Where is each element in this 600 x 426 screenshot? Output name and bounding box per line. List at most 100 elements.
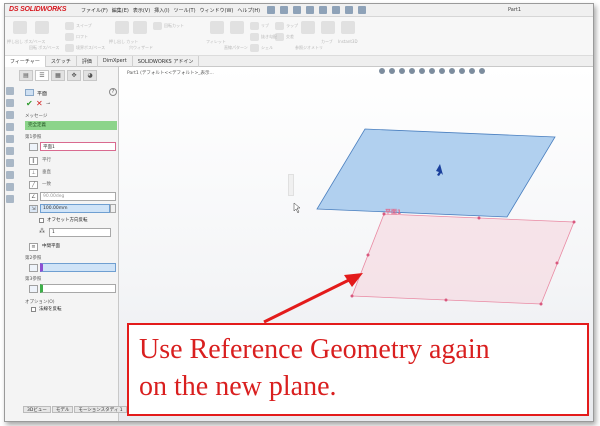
second-reference-input[interactable] (40, 263, 116, 272)
pushpin-icon[interactable]: ⊸ (46, 101, 50, 107)
new-plane-preview[interactable] (351, 213, 575, 305)
callout-text: Use Reference Geometry again on the new … (139, 334, 490, 402)
revolved-cut-icon[interactable] (153, 22, 162, 30)
instance-count-icon: ⁂ (39, 228, 45, 235)
side-tool-7-icon[interactable] (6, 159, 14, 167)
reverse-normal-checkbox[interactable] (31, 307, 36, 312)
new-document-icon[interactable] (267, 6, 275, 14)
instance-count-input[interactable]: 1 (49, 228, 111, 237)
display-manager-tab-icon[interactable]: ◕ (83, 70, 97, 81)
parallel-icon[interactable]: ∥ (29, 157, 38, 165)
flip-offset-checkbox[interactable] (39, 218, 44, 223)
help-icon[interactable]: ? (109, 88, 117, 96)
tab-features[interactable]: フィーチャー (5, 56, 46, 67)
side-tool-8-icon[interactable] (6, 171, 14, 179)
options-icon[interactable] (358, 6, 366, 14)
angle-input[interactable]: 90.00deg (40, 192, 116, 201)
property-manager-tab-icon[interactable]: ☰ (35, 70, 49, 81)
tab-solidworks-addins[interactable]: SOLIDWORKS アドイン (133, 56, 200, 67)
coincident-icon[interactable]: ╱ (29, 181, 38, 189)
mid-plane-icon[interactable]: ≡ (29, 243, 38, 251)
fillet-icon[interactable] (210, 21, 224, 34)
perpendicular-option[interactable]: 垂直 (42, 169, 51, 175)
ribbon-label-intersect: 交差 (286, 34, 294, 39)
revolved-boss-icon[interactable] (35, 21, 49, 34)
menu-insert[interactable]: 挿入(I) (154, 7, 169, 14)
side-tool-2-icon[interactable] (6, 99, 14, 107)
menu-tools[interactable]: ツール(T) (174, 7, 196, 14)
tab-dimxpert[interactable]: DimXpert (98, 56, 133, 67)
angle-icon[interactable]: ∠ (29, 193, 38, 201)
configuration-manager-tab-icon[interactable]: ▦ (51, 70, 65, 81)
rib-icon[interactable] (250, 22, 259, 30)
open-icon[interactable] (280, 6, 288, 14)
ribbon-label-hole-wizard: 穴ウィザード (129, 45, 153, 50)
property-manager-panel: ▤ ☰ ▦ ✥ ◕ 平面 ? ✔ ✕ ⊸ メッセージ 完全定義 第1参照 平面1… (5, 67, 119, 421)
first-reference-input[interactable]: 平面1 (40, 142, 116, 151)
third-reference-heading: 第3参照 (25, 277, 42, 282)
loft-icon[interactable] (65, 33, 74, 41)
perpendicular-icon[interactable]: ⊥ (29, 169, 38, 177)
tab-evaluate[interactable]: 評価 (77, 56, 98, 67)
document-title: Part1 (508, 7, 522, 13)
draft-icon[interactable] (250, 33, 259, 41)
third-reference-input[interactable] (40, 284, 116, 293)
extruded-boss-icon[interactable] (13, 21, 27, 34)
side-tool-5-icon[interactable] (6, 135, 14, 143)
parallel-option[interactable]: 平行 (42, 157, 51, 163)
second-reference-heading: 第2参照 (25, 256, 42, 261)
menu-window[interactable]: ウィンドウ(W) (200, 7, 234, 14)
cancel-icon[interactable]: ✕ (36, 100, 43, 108)
side-tool-9-icon[interactable] (6, 183, 14, 191)
status-message: 完全定義 (25, 121, 117, 130)
linear-pattern-icon[interactable] (230, 21, 244, 34)
offset-distance-icon[interactable]: ⇲ (29, 205, 38, 213)
hole-wizard-icon[interactable] (133, 21, 147, 34)
side-toolbar (6, 87, 15, 207)
wrap-icon[interactable] (275, 22, 284, 30)
command-manager-ribbon: 押し出し ボス/ベース 回転 ボス/ベース スイープ ロフト 境界ボス/ベース … (5, 17, 593, 56)
distance-spinner[interactable] (110, 204, 116, 213)
reverse-normal-label: 法線を反転 (39, 307, 62, 312)
title-bar: DS SOLIDWORKS ファイル(F) 編集(E) 表示(V) 挿入(I) … (5, 4, 593, 17)
callout-arrow-line (263, 277, 352, 324)
tab-model[interactable]: モデル (51, 406, 74, 413)
feature-manager-tab-icon[interactable]: ▤ (19, 70, 33, 81)
instant3d-icon[interactable] (341, 21, 355, 34)
extruded-cut-icon[interactable] (115, 21, 129, 34)
menu-view[interactable]: 表示(V) (133, 7, 150, 14)
save-icon[interactable] (293, 6, 301, 14)
reference-geometry-icon[interactable] (301, 21, 315, 34)
offset-distance-input[interactable]: 100.00mm (40, 204, 110, 213)
instruction-callout: Use Reference Geometry again on the new … (127, 323, 589, 416)
options-heading: オプション(O) (25, 300, 55, 305)
tab-sketch[interactable]: スケッチ (46, 56, 77, 67)
ok-icon[interactable]: ✔ (26, 100, 33, 108)
shell-icon[interactable] (250, 44, 259, 52)
dimxpert-manager-tab-icon[interactable]: ✥ (67, 70, 81, 81)
undo-icon[interactable] (319, 6, 327, 14)
command-manager-tabs: フィーチャー スケッチ 評価 DimXpert SOLIDWORKS アドイン (5, 56, 593, 67)
menu-file[interactable]: ファイル(F) (81, 7, 108, 14)
coincident-option[interactable]: 一致 (42, 181, 51, 187)
select-icon[interactable] (332, 6, 340, 14)
mid-plane-option[interactable]: 中間平面 (42, 243, 60, 249)
boundary-boss-icon[interactable] (65, 44, 74, 52)
side-tool-4-icon[interactable] (6, 123, 14, 131)
rebuild-icon[interactable] (345, 6, 353, 14)
side-tool-3-icon[interactable] (6, 111, 14, 119)
sweep-icon[interactable] (65, 22, 74, 30)
side-tool-6-icon[interactable] (6, 147, 14, 155)
ribbon-label-rib: リブ (261, 23, 269, 28)
menu-edit[interactable]: 編集(E) (112, 7, 129, 14)
menu-help[interactable]: ヘルプ(H) (237, 7, 260, 14)
curves-icon[interactable] (321, 21, 335, 34)
side-tool-10-icon[interactable] (6, 195, 14, 203)
side-tool-1-icon[interactable] (6, 87, 14, 95)
menu-bar: ファイル(F) 編集(E) 表示(V) 挿入(I) ツール(T) ウィンドウ(W… (81, 7, 260, 14)
ribbon-label-reference-geometry: 参照ジオメトリ (295, 45, 323, 50)
tab-3d-views[interactable]: 3Dビュー (23, 406, 51, 413)
existing-plane[interactable] (316, 128, 556, 218)
print-icon[interactable] (306, 6, 314, 14)
tab-motion-study[interactable]: モーションスタディ 1 (74, 406, 127, 413)
